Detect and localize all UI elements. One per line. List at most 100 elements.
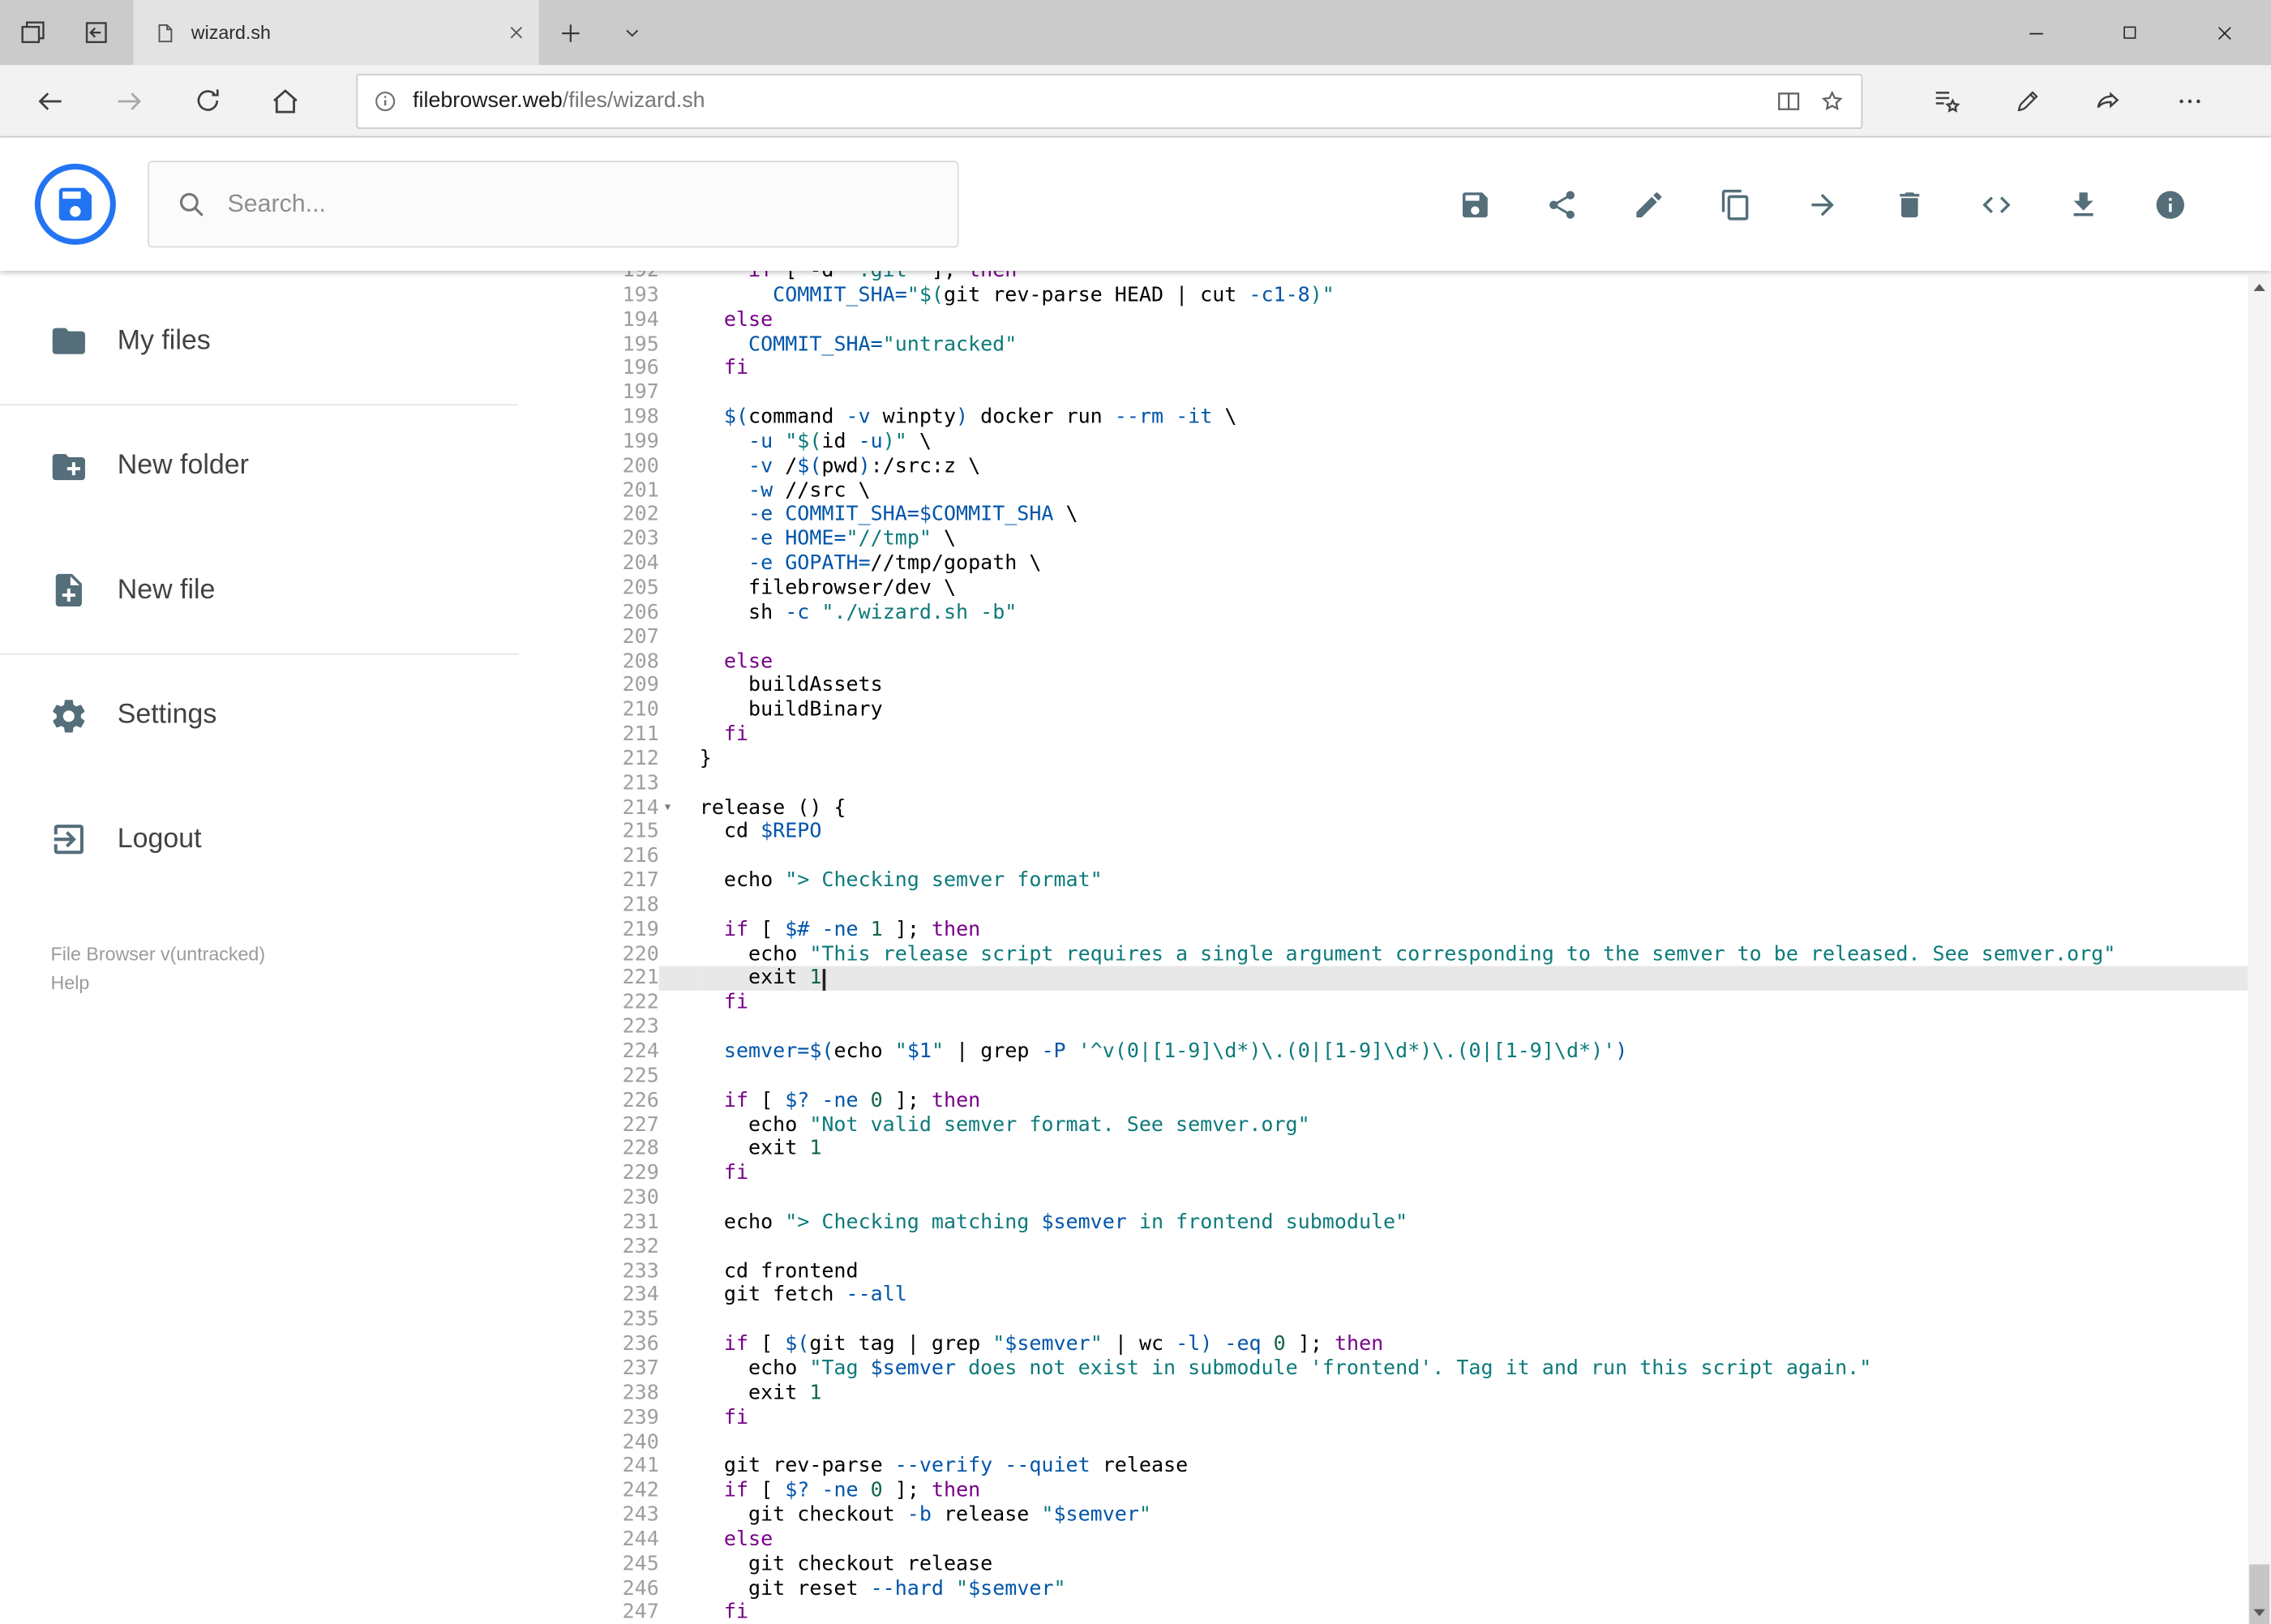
code-line[interactable]: 225 [580,1065,2248,1089]
code-line[interactable]: 213 [580,772,2248,796]
code-line[interactable]: 233 cd frontend [580,1259,2248,1283]
code-line[interactable]: 240 [580,1430,2248,1455]
sidebar-item-new-file[interactable]: New file [0,529,580,653]
code-line[interactable]: 234 git fetch --all [580,1283,2248,1308]
code-line[interactable]: 202 -e COMMIT_SHA=$COMMIT_SHA \ [580,503,2248,528]
close-tab-icon[interactable] [508,24,525,41]
site-info-icon[interactable] [372,88,398,114]
move-button[interactable] [1779,161,1866,247]
code-line[interactable]: 231 echo "> Checking matching $semver in… [580,1211,2248,1235]
rename-button[interactable] [1605,161,1691,247]
address-field[interactable]: filebrowser.web/files/wizard.sh [356,73,1863,129]
code-line[interactable]: 230 [580,1186,2248,1211]
code-line[interactable]: 217 echo "> Checking semver format" [580,869,2248,893]
code-line[interactable]: 211 fi [580,722,2248,747]
sidebar-item-settings[interactable]: Settings [0,654,580,778]
code-line[interactable]: 238 exit 1 [580,1382,2248,1406]
web-note-button[interactable] [1987,64,2068,136]
code-line[interactable]: 206 sh -c "./wizard.sh -b" [580,601,2248,625]
code-line[interactable]: 207 [580,625,2248,649]
search-bar[interactable] [148,161,959,248]
vertical-scrollbar[interactable] [2247,275,2271,1624]
code-line[interactable]: 210 buildBinary [580,698,2248,722]
code-line[interactable]: 195 COMMIT_SHA="untracked" [580,332,2248,357]
share-file-button[interactable] [1518,161,1605,247]
code-line[interactable]: 198 $(command -v winpty) docker run --rm… [580,405,2248,430]
code-line[interactable]: 201 -w //src \ [580,479,2248,503]
code-line[interactable]: 235 [580,1309,2248,1333]
favorite-star-icon[interactable] [1818,86,1847,115]
code-line[interactable]: 199 -u "$(id -u)" \ [580,430,2248,454]
copy-button[interactable] [1691,161,1778,247]
sidebar-item-logout[interactable]: Logout [0,778,580,902]
code-line[interactable]: 226 if [ $? -ne 0 ]; then [580,1089,2248,1113]
code-line[interactable]: 192 if [ -d ".git" ]; then [580,271,2248,284]
code-line[interactable]: 237 echo "Tag $semver does not exist in … [580,1357,2248,1382]
code-line[interactable]: 215 cd $REPO [580,821,2248,845]
share-button[interactable] [2068,64,2149,136]
code-line[interactable]: 229 fi [580,1162,2248,1186]
code-view-button[interactable] [1952,161,2039,247]
code-line[interactable]: 220 echo "This release script requires a… [580,942,2248,966]
code-line[interactable]: 232 [580,1235,2248,1259]
scroll-down-arrow[interactable] [2247,1601,2271,1624]
code-line[interactable]: 208 else [580,649,2248,674]
code-line[interactable]: 194 else [580,308,2248,332]
more-options-button[interactable] [2149,64,2230,136]
code-line[interactable]: 239 fi [580,1406,2248,1430]
code-line[interactable]: 224 semver=$(echo "$1" | grep -P '^v(0|[… [580,1040,2248,1065]
code-editor[interactable]: 192 if [ -d ".git" ]; then 193 COMMIT_SHA… [579,271,2248,1624]
code-line[interactable]: 209 buildAssets [580,674,2248,698]
tabs-preview-button[interactable] [0,0,64,65]
code-line[interactable]: 244 else [580,1528,2248,1552]
code-line[interactable]: 197 [580,381,2248,405]
code-line[interactable]: 193 COMMIT_SHA="$(git rev-parse HEAD | c… [580,284,2248,308]
code-line[interactable]: 212} [580,748,2248,772]
home-button[interactable] [246,64,324,136]
new-tab-button[interactable] [539,0,603,65]
back-button[interactable] [11,64,89,136]
help-link[interactable]: Help [51,968,580,997]
code-line[interactable]: 200 -v /$(pwd):/src:z \ [580,454,2248,478]
code-line[interactable]: 228 exit 1 [580,1138,2248,1162]
info-button[interactable] [2126,161,2213,247]
fold-marker-icon[interactable]: ▾ [659,796,700,821]
code-line[interactable]: 222 fi [580,991,2248,1015]
tab-list-dropdown-button[interactable] [602,0,660,65]
code-line[interactable]: 221 exit 1 [580,966,2248,992]
code-line[interactable]: 236 if [ $(git tag | grep "$semver" | wc… [580,1333,2248,1357]
code-line[interactable]: 247 fi [580,1601,2248,1624]
delete-button[interactable] [1866,161,1952,247]
maximize-button[interactable] [2083,0,2177,65]
code-line[interactable]: 241 git rev-parse --verify --quiet relea… [580,1455,2248,1479]
code-line[interactable]: 203 -e HOME="//tmp" \ [580,528,2248,552]
scroll-up-arrow[interactable] [2247,275,2271,298]
save-button[interactable] [1431,161,1518,247]
code-line[interactable]: 219 if [ $# -ne 1 ]; then [580,918,2248,942]
refresh-button[interactable] [168,64,246,136]
code-line[interactable]: 218 [580,893,2248,918]
sidebar-item-new-folder[interactable]: New folder [0,405,580,529]
hub-favorites-button[interactable] [1906,64,1987,136]
filebrowser-logo[interactable] [34,163,116,245]
code-line[interactable]: 246 git reset --hard "$semver" [580,1577,2248,1601]
download-button[interactable] [2039,161,2126,247]
close-window-button[interactable] [2177,0,2271,65]
code-line[interactable]: 223 [580,1016,2248,1040]
code-line[interactable]: 196 fi [580,357,2248,381]
code-line[interactable]: 243 git checkout -b release "$semver" [580,1503,2248,1528]
set-tabs-aside-button[interactable] [64,0,128,65]
code-line[interactable]: 205 filebrowser/dev \ [580,576,2248,601]
minimize-button[interactable] [1989,0,2083,65]
reading-view-icon[interactable] [1774,86,1803,115]
sidebar-item-my-files[interactable]: My files [0,280,580,404]
tab-wizard-sh[interactable]: wizard.sh [133,0,539,66]
code-line[interactable]: 242 if [ $? -ne 0 ]; then [580,1479,2248,1503]
code-line[interactable]: 204 -e GOPATH=//tmp/gopath \ [580,552,2248,576]
forward-button[interactable] [90,64,168,136]
code-line[interactable]: 245 git checkout release [580,1552,2248,1576]
code-line[interactable]: 216 [580,845,2248,869]
code-line[interactable]: 227 echo "Not valid semver format. See s… [580,1113,2248,1138]
code-line[interactable]: 214 ▾ release () { [580,796,2248,821]
search-input[interactable] [227,190,932,219]
